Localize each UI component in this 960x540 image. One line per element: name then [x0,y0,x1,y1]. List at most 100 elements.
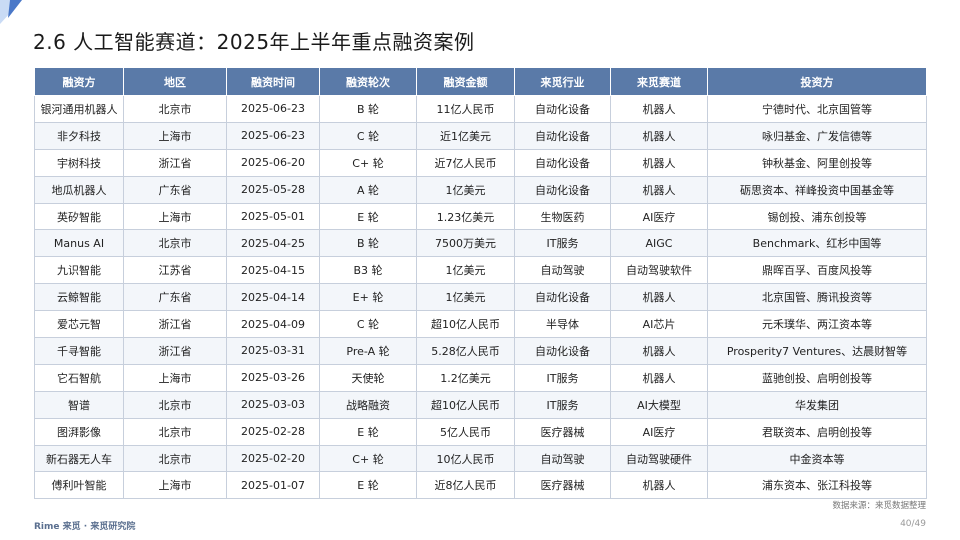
table-row: 九识智能 江苏省 2025-04-15 B3 轮 1亿美元 自动驾驶 自动驾驶软件 鼎晖百孚、… [34,256,927,285]
table-cell: 2025-06-23 [226,95,320,123]
table-cell: 2025-05-01 [226,202,320,231]
table-cell: 宇树科技 [34,148,124,177]
table-cell: 北京市 [123,444,227,473]
table-cell: Manus AI [34,229,124,258]
page-title: 2.6 人工智能赛道：2025年上半年重点融资案例 [33,30,475,54]
table-cell: 2025-01-07 [226,471,320,500]
table-row: Manus AI 北京市 2025-04-25 B 轮 7500万美元 IT服务 AIGC B… [34,229,927,258]
table-cell: 华发集团 [707,390,927,419]
table-row: 宇树科技 浙江省 2025-06-20 C+ 轮近7亿人民币 自动化设备 机器人 钟秋基金、… [34,148,927,177]
table-cell: 超10亿人民币 [416,390,515,419]
table-cell: 2025-02-20 [226,444,320,473]
column-header: 地区 [123,67,227,96]
table-cell: B 轮 [319,229,417,258]
table-row: 爱芯元智 浙江省 2025-04-09 C 轮超10亿人民币 半导体 AI芯片 元禾璞华、两… [34,310,927,339]
table-cell: 爱芯元智 [34,310,124,339]
table-row: 图湃影像 北京市 2025-02-28 E 轮 5亿人民币 医疗器械 AI医疗 君联资本、启明… [34,417,927,446]
table-cell: 5.28亿人民币 [416,337,515,365]
table-cell: 近1亿美元 [416,121,515,150]
table-cell: 英矽智能 [34,202,124,231]
table-cell: 宁德时代、北京国管等 [707,95,927,123]
table-cell: 砺思资本、祥峰投资中国基金等 [707,175,927,204]
table-cell: 医疗器械 [514,417,611,446]
table-cell: 浙江省 [123,310,227,339]
table-cell: 近8亿人民币 [416,471,515,500]
table-cell: 北京市 [123,390,227,419]
table-cell: IT服务 [514,390,611,419]
table-cell: Prosperity7 Ventures、达晨财智等 [707,337,927,365]
table-cell: 钟秋基金、阿里创投等 [707,148,927,177]
table-cell: 10亿人民币 [416,444,515,473]
table-cell: 自动驾驶 [514,256,611,285]
table-cell: C 轮 [319,310,417,339]
table-cell: 云鲸智能 [34,283,124,312]
table-cell: 2025-06-23 [226,121,320,150]
table-cell: 2025-06-20 [226,148,320,177]
table-cell: 锡创投、浦东创投等 [707,202,927,231]
table-row: 银河通用机器人 北京市 2025-06-23 B 轮 11亿人民币 自动化设备 机器人 宁德时… [34,95,927,123]
table-cell: 自动驾驶 [514,444,611,473]
table-cell: 机器人 [610,471,708,500]
column-header: 融资金额 [416,67,515,96]
table-cell: 江苏省 [123,256,227,285]
table-cell: 非夕科技 [34,121,124,150]
table-cell: 智谱 [34,390,124,419]
table-cell: 自动驾驶硬件 [610,444,708,473]
table-cell: AI大模型 [610,390,708,419]
table-cell: E 轮 [319,202,417,231]
table-cell: 机器人 [610,175,708,204]
table-cell: 1亿美元 [416,256,515,285]
table-cell: C 轮 [319,121,417,150]
table-cell: 自动化设备 [514,121,611,150]
column-header: 来觅行业 [514,67,611,96]
table-cell: 1亿美元 [416,175,515,204]
table-cell: 北京市 [123,95,227,123]
table-cell: 2025-04-15 [226,256,320,285]
table-cell: 北京市 [123,417,227,446]
table-cell: E 轮 [319,471,417,500]
table-cell: Pre-A 轮 [319,337,417,365]
table-cell: 上海市 [123,202,227,231]
table-cell: C+ 轮 [319,148,417,177]
table-cell: 千寻智能 [34,337,124,365]
table-cell: 1.23亿美元 [416,202,515,231]
page-number: 40/49 [900,519,926,529]
table-cell: 九识智能 [34,256,124,285]
table-cell: 蓝驰创投、启明创投等 [707,363,927,392]
table-cell: 天使轮 [319,363,417,392]
table-cell: B3 轮 [319,256,417,285]
column-header: 投资方 [707,67,927,96]
table-cell: 元禾璞华、两江资本等 [707,310,927,339]
table-row: 千寻智能 浙江省 2025-03-31 Pre-A 轮 5.28亿人民币 自动化设备 机器人… [34,337,927,365]
table-cell: 中金资本等 [707,444,927,473]
table-cell: 咏归基金、广发信德等 [707,121,927,150]
table-cell: 图湃影像 [34,417,124,446]
financing-table: 融资方 地区 融资时间 融资轮次 融资金额 来觅行业 来觅赛道 投资方 银河通用机器人 北京市 2… [34,67,927,500]
table-cell: 自动化设备 [514,148,611,177]
table-row: 非夕科技 上海市 2025-06-23 C 轮近1亿美元 自动化设备 机器人 咏归基金、广发… [34,121,927,150]
column-header: 来觅赛道 [610,67,708,96]
table-cell: 战略融资 [319,390,417,419]
table-cell: 北京市 [123,229,227,258]
table-cell: 2025-03-03 [226,390,320,419]
table-header-row: 融资方 地区 融资时间 融资轮次 融资金额 来觅行业 来觅赛道 投资方 [34,67,927,96]
column-header: 融资时间 [226,67,320,96]
table-row: 地瓜机器人 广东省 2025-05-28 A 轮 1亿美元 自动化设备 机器人 砺思资本、祥峰… [34,175,927,204]
table-cell: 2025-04-09 [226,310,320,339]
table-cell: 机器人 [610,148,708,177]
table-cell: 它石智航 [34,363,124,392]
table-cell: 2025-04-14 [226,283,320,312]
table-row: 新石器无人车 北京市 2025-02-20 C+ 轮 10亿人民币 自动驾驶 自动驾驶硬件中… [34,444,927,473]
table-cell: 自动化设备 [514,175,611,204]
table-cell: 机器人 [610,121,708,150]
table-cell: 自动化设备 [514,337,611,365]
table-row: 它石智航 上海市 2025-03-26 天使轮 1.2亿美元 IT服务 机器人 蓝驰创投、启明… [34,363,927,392]
table-cell: 傅利叶智能 [34,471,124,500]
table-cell: 浙江省 [123,337,227,365]
table-cell: 浦东资本、张江科投等 [707,471,927,500]
table-cell: E+ 轮 [319,283,417,312]
table-cell: AIGC [610,229,708,258]
table-cell: 北京国管、腾讯投资等 [707,283,927,312]
table-cell: 超10亿人民币 [416,310,515,339]
table-cell: IT服务 [514,229,611,258]
